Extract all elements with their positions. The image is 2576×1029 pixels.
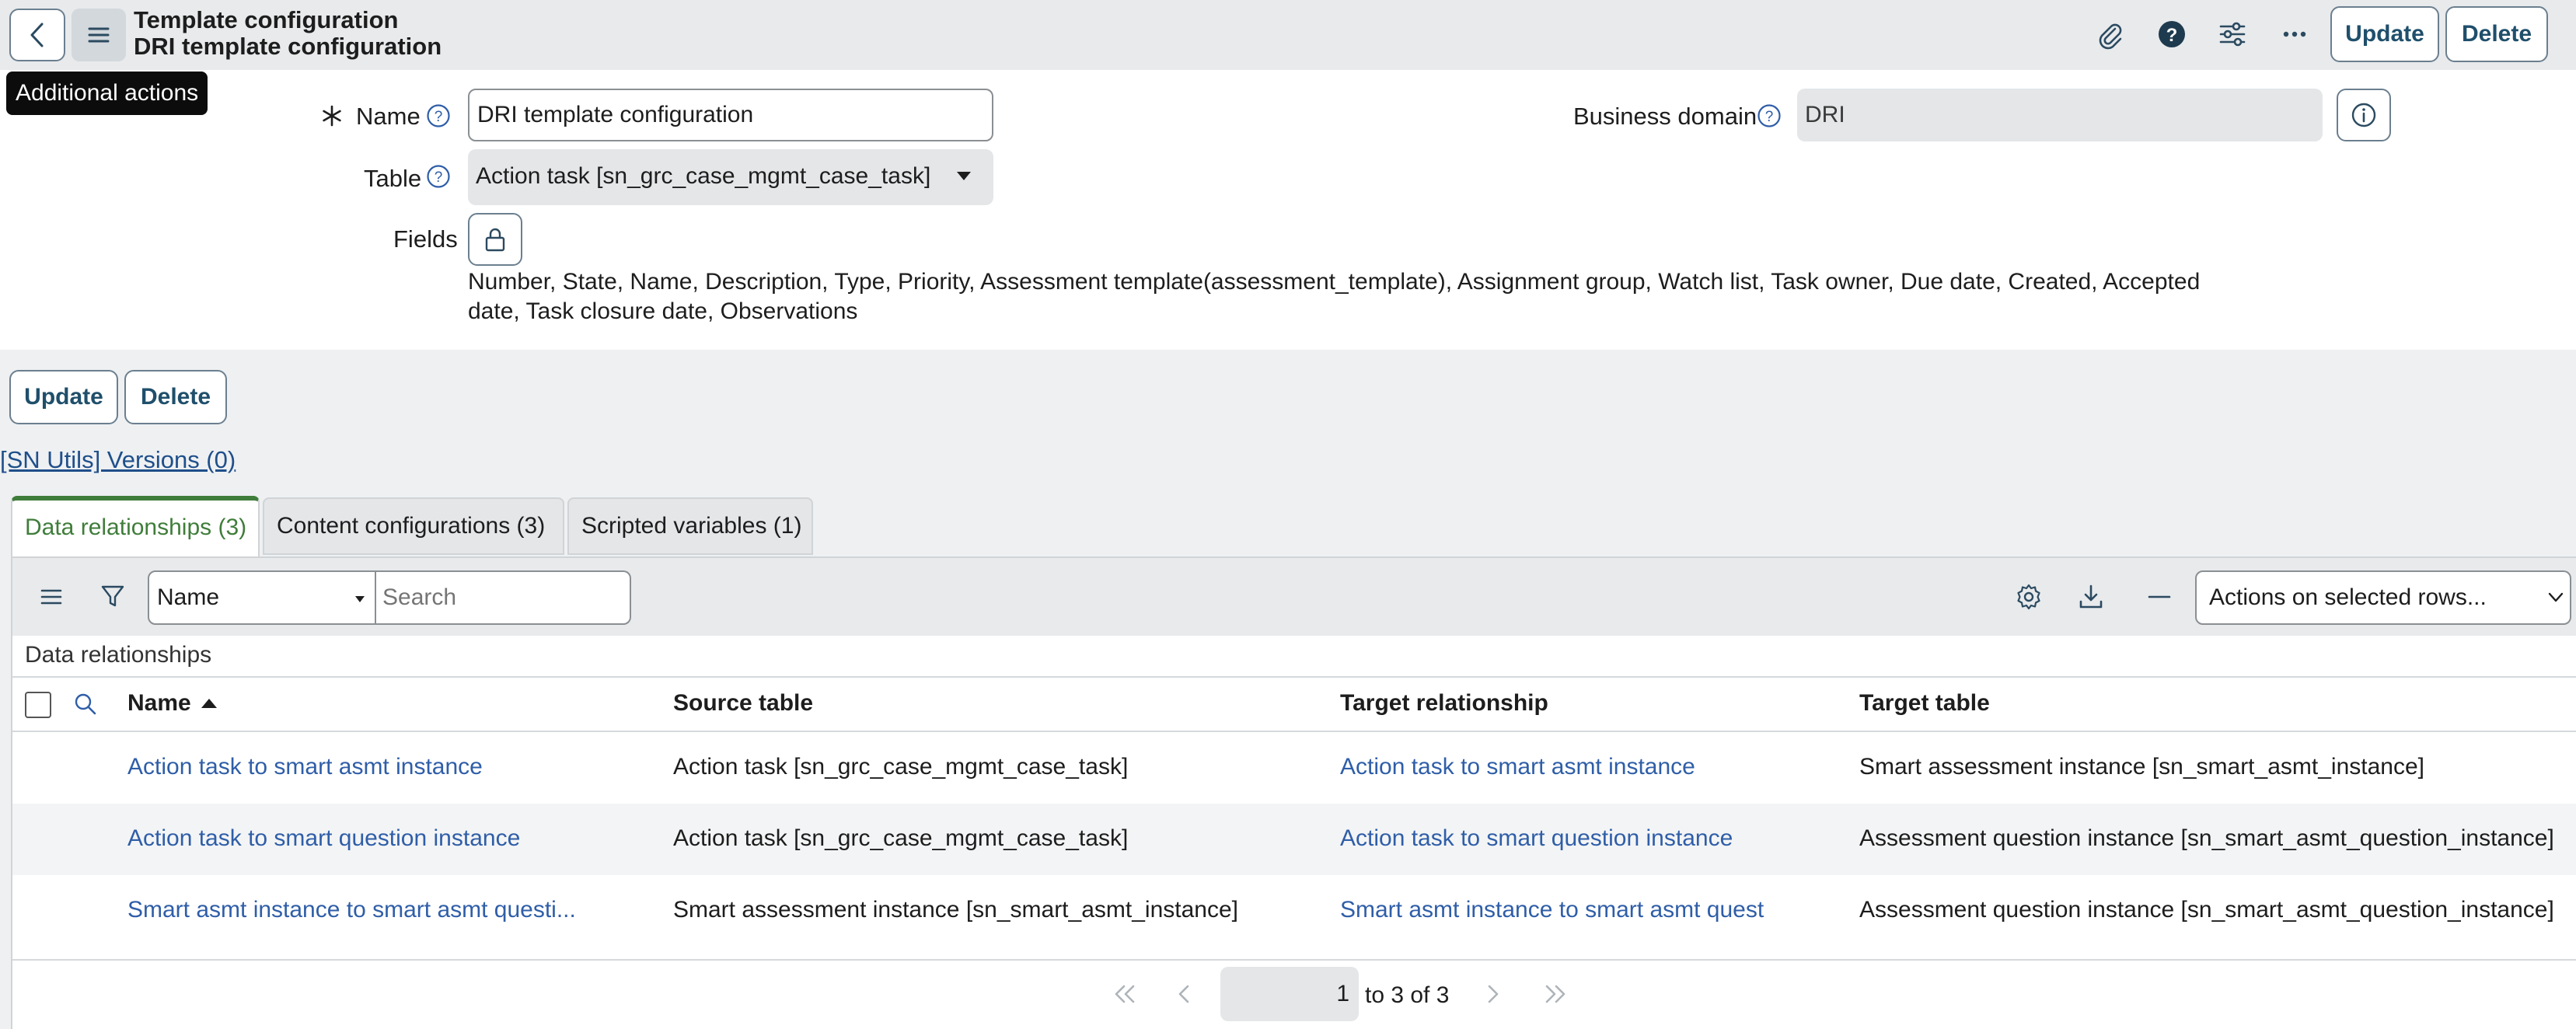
sort-ascending-icon bbox=[201, 699, 217, 708]
row-target-table: Assessment question instance [sn_smart_a… bbox=[1859, 897, 2554, 923]
table-select[interactable]: Action task [sn_grc_case_mgmt_case_task] bbox=[468, 149, 993, 205]
lock-icon bbox=[485, 228, 505, 252]
svg-text:?: ? bbox=[435, 169, 443, 186]
caret-down-icon bbox=[355, 596, 365, 602]
tab-label: Scripted variables (1) bbox=[581, 513, 802, 539]
row-target-relationship-link[interactable]: Action task to smart question instance bbox=[1340, 825, 1733, 852]
table-row: Action task to smart asmt instance Actio… bbox=[12, 732, 2576, 804]
svg-text:?: ? bbox=[435, 109, 443, 125]
search-field-select[interactable]: Name bbox=[148, 570, 376, 625]
tab-scripted-variables[interactable]: Scripted variables (1) bbox=[567, 497, 813, 555]
fields-value-line1: Number, State, Name, Description, Type, … bbox=[468, 269, 2201, 295]
collapse-list-icon[interactable] bbox=[2147, 588, 2172, 606]
business-domain-help-icon[interactable]: ? bbox=[1757, 103, 1782, 128]
chevron-down-icon bbox=[2548, 592, 2564, 602]
row-target-relationship-link[interactable]: Action task to smart asmt instance bbox=[1340, 754, 1695, 780]
header-update-button[interactable]: Update bbox=[2330, 6, 2439, 62]
table-row: Smart asmt instance to smart asmt questi… bbox=[12, 875, 2576, 947]
form-update-button[interactable]: Update bbox=[9, 370, 118, 424]
svg-text:?: ? bbox=[2166, 25, 2178, 46]
divider bbox=[12, 959, 2576, 961]
more-options-icon[interactable] bbox=[2279, 19, 2310, 50]
column-search-icon[interactable] bbox=[73, 692, 98, 717]
column-header-name[interactable]: Name bbox=[127, 690, 218, 717]
chevron-left-icon bbox=[30, 23, 44, 47]
list-menu-icon[interactable] bbox=[39, 584, 64, 609]
table-select-value: Action task [sn_grc_case_mgmt_case_task] bbox=[476, 163, 931, 189]
next-page-icon[interactable] bbox=[1485, 984, 1500, 1004]
name-label: Name bbox=[356, 103, 421, 130]
row-source-table: Action task [sn_grc_case_mgmt_case_task] bbox=[673, 825, 1129, 851]
tab-content-configurations[interactable]: Content configurations (3) bbox=[263, 497, 564, 555]
tooltip-additional-actions: Additional actions bbox=[6, 72, 208, 115]
row-target-table: Smart assessment instance [sn_smart_asmt… bbox=[1859, 754, 2424, 780]
name-input[interactable]: DRI template configuration bbox=[468, 89, 993, 141]
search-field-value: Name bbox=[157, 584, 220, 610]
form-delete-button[interactable]: Delete bbox=[124, 370, 227, 424]
row-name-link[interactable]: Action task to smart asmt instance bbox=[127, 754, 483, 780]
filter-icon[interactable] bbox=[99, 583, 126, 609]
info-icon bbox=[2351, 103, 2376, 127]
row-source-table: Action task [sn_grc_case_mgmt_case_task] bbox=[673, 754, 1129, 780]
pagination-range-text: to 3 of 3 bbox=[1365, 982, 1450, 1008]
row-source-table: Smart assessment instance [sn_smart_asmt… bbox=[673, 897, 1238, 923]
fields-value-line2: date, Task closure date, Observations bbox=[468, 298, 858, 324]
hamburger-icon bbox=[88, 27, 110, 43]
list-settings-gear-icon[interactable] bbox=[2015, 583, 2043, 611]
name-input-value: DRI template configuration bbox=[477, 102, 754, 127]
mandatory-asterisk-icon bbox=[320, 104, 344, 127]
settings-sliders-icon[interactable] bbox=[2217, 19, 2248, 50]
search-input[interactable] bbox=[376, 570, 631, 625]
form-header: Template configuration DRI template conf… bbox=[0, 0, 2576, 70]
svg-text:?: ? bbox=[1765, 109, 1774, 125]
business-domain-info-button[interactable] bbox=[2337, 89, 2391, 141]
versions-link[interactable]: [SN Utils] Versions (0) bbox=[0, 446, 236, 474]
previous-page-icon[interactable] bbox=[1177, 984, 1192, 1004]
business-domain-field: DRI bbox=[1797, 89, 2323, 141]
tab-label: Content configurations (3) bbox=[277, 513, 546, 539]
name-help-icon[interactable]: ? bbox=[426, 103, 451, 128]
fields-lock-button[interactable] bbox=[468, 213, 522, 266]
tab-data-relationships[interactable]: Data relationships (3) bbox=[11, 496, 260, 558]
additional-actions-button[interactable] bbox=[72, 9, 126, 61]
fields-label: Fields bbox=[393, 225, 458, 253]
column-header-target-table[interactable]: Target table bbox=[1859, 690, 1990, 717]
tab-label: Data relationships (3) bbox=[25, 514, 247, 540]
header-record-name: DRI template configuration bbox=[134, 33, 442, 60]
table-label: Table bbox=[364, 165, 422, 192]
page-number-input[interactable]: 1 bbox=[1220, 967, 1359, 1021]
select-all-checkbox[interactable] bbox=[25, 692, 51, 718]
list-caption: Data relationships bbox=[25, 642, 212, 668]
last-page-icon[interactable] bbox=[1542, 984, 1569, 1004]
business-domain-value: DRI bbox=[1805, 102, 1845, 127]
page-number-value: 1 bbox=[1336, 981, 1349, 1006]
attachment-icon[interactable] bbox=[2094, 19, 2125, 50]
column-header-source-table[interactable]: Source table bbox=[673, 690, 813, 717]
help-icon[interactable]: ? bbox=[2156, 19, 2187, 50]
first-page-icon[interactable] bbox=[1112, 984, 1138, 1004]
row-target-table: Assessment question instance [sn_smart_a… bbox=[1859, 825, 2554, 851]
header-delete-button[interactable]: Delete bbox=[2445, 6, 2548, 62]
table-row: Action task to smart question instance A… bbox=[12, 804, 2576, 875]
row-name-link[interactable]: Smart asmt instance to smart asmt questi… bbox=[127, 897, 576, 923]
table-help-icon[interactable]: ? bbox=[426, 164, 451, 189]
row-target-relationship-link[interactable]: Smart asmt instance to smart asmt quest bbox=[1340, 897, 1764, 923]
business-domain-label: Business domain bbox=[1573, 103, 1757, 130]
divider bbox=[12, 676, 2576, 678]
column-header-label: Name bbox=[127, 690, 191, 716]
back-button[interactable] bbox=[9, 9, 65, 61]
header-title: Template configuration bbox=[134, 6, 399, 33]
download-icon[interactable] bbox=[2077, 583, 2105, 611]
actions-select-value: Actions on selected rows... bbox=[2209, 584, 2487, 610]
column-header-target-relationship[interactable]: Target relationship bbox=[1340, 690, 1548, 717]
row-name-link[interactable]: Action task to smart question instance bbox=[127, 825, 520, 852]
caret-down-icon bbox=[957, 172, 971, 180]
actions-on-selected-rows-select[interactable]: Actions on selected rows... bbox=[2195, 570, 2571, 625]
